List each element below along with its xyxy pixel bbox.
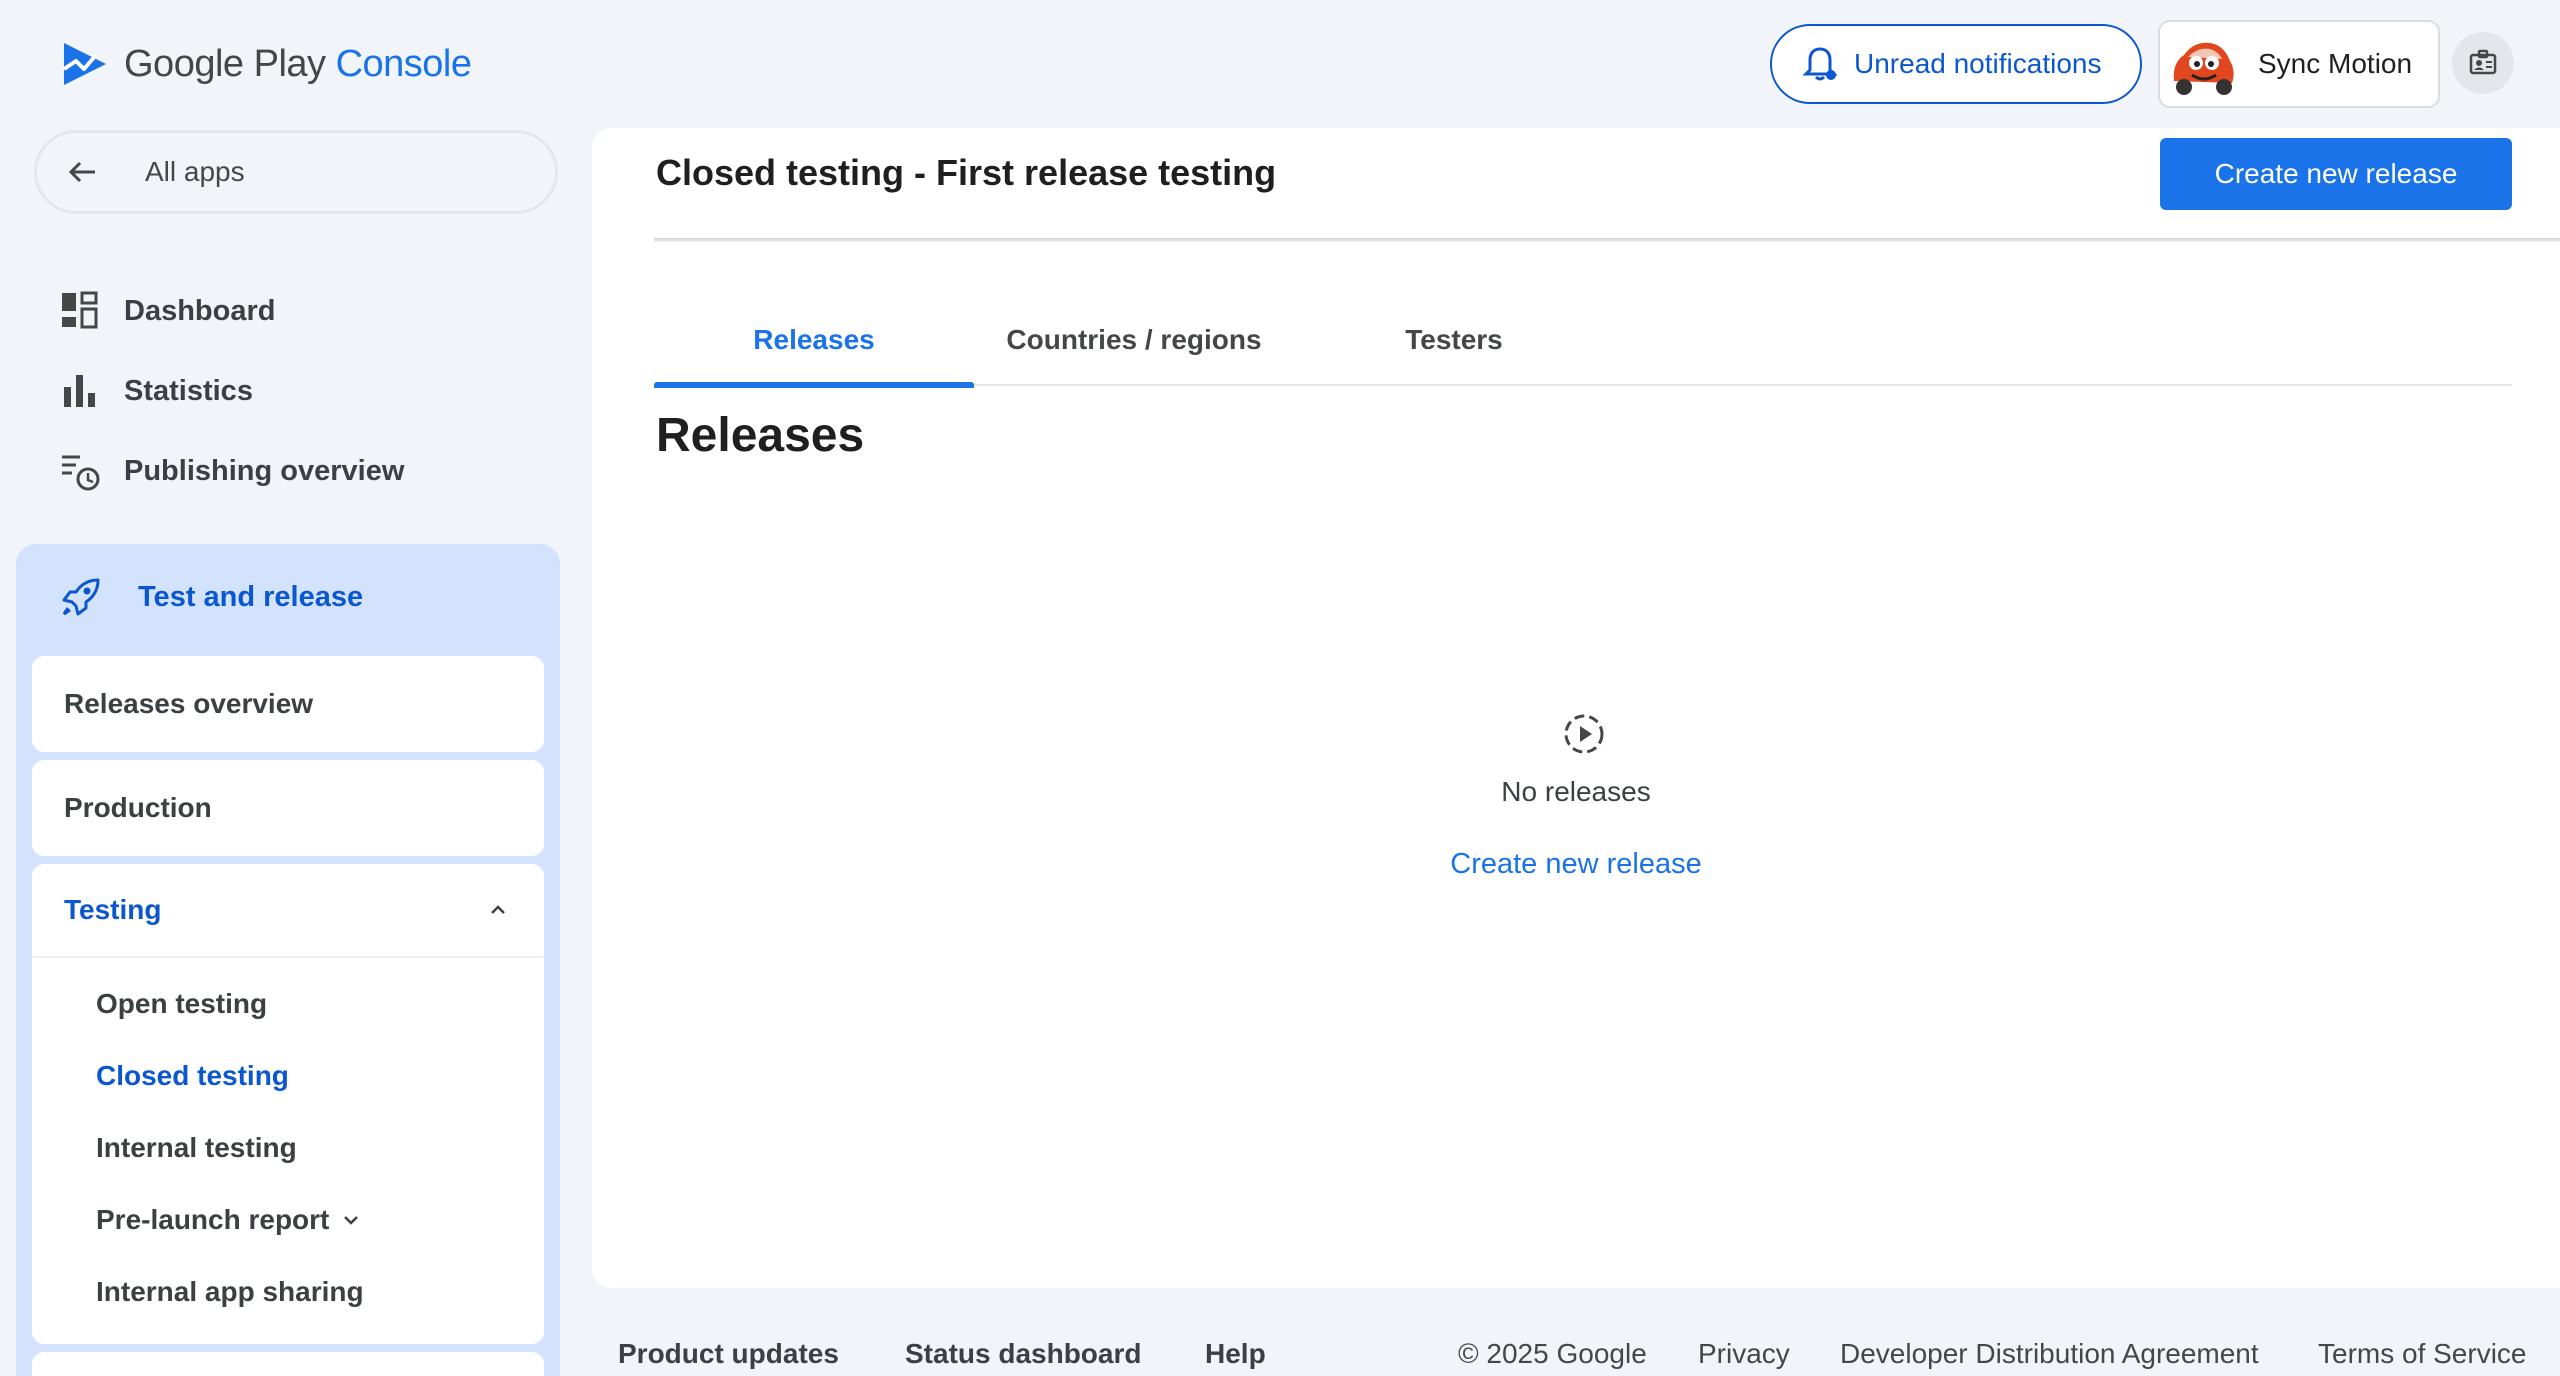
footer-privacy[interactable]: Privacy: [1698, 1338, 1790, 1370]
unread-notifications-label: Unread notifications: [1854, 48, 2102, 79]
title-divider: [654, 238, 2560, 242]
chevron-down-icon: [344, 1216, 359, 1225]
page-title: Closed testing - First release testing: [656, 152, 1277, 193]
sidebar-item-internal-app-sharing[interactable]: Internal app sharing: [96, 1276, 364, 1308]
sidebar-item-label: Statistics: [124, 374, 253, 407]
bell-icon: [1802, 47, 1838, 81]
sidebar-item-dashboard[interactable]: Dashboard: [58, 281, 275, 341]
testing-group: Testing Open testing Closed testing Inte…: [32, 864, 544, 1344]
unread-notifications-button[interactable]: Unread notifications: [1770, 24, 2142, 104]
footer-status-dashboard[interactable]: Status dashboard: [905, 1338, 1141, 1370]
car-avatar-icon: [2166, 27, 2240, 101]
create-new-release-button[interactable]: Create new release: [2160, 138, 2512, 210]
id-card-icon: [2469, 49, 2497, 75]
all-apps-label: All apps: [145, 156, 245, 187]
sidebar-next-card: [32, 1352, 544, 1376]
footer-developer-distribution-agreement[interactable]: Developer Distribution Agreement: [1840, 1338, 2259, 1370]
play-console-logo-icon: [62, 43, 106, 85]
arrow-back-icon: [68, 161, 95, 183]
sidebar-item-open-testing[interactable]: Open testing: [96, 988, 267, 1020]
footer-product-updates[interactable]: Product updates: [618, 1338, 839, 1370]
empty-state-text: No releases: [1501, 776, 1651, 807]
sidebar-item-pre-launch-report[interactable]: Pre-launch report: [96, 1204, 363, 1236]
sidebar-item-publishing-overview[interactable]: Publishing overview: [58, 441, 404, 501]
logo-console: Console: [335, 42, 472, 85]
sidebar-item-label: Dashboard: [124, 294, 276, 327]
chevron-up-icon: [491, 905, 505, 914]
test-and-release-section: Test and release Releases overview Produ…: [16, 544, 560, 1376]
publishing-history-icon: [62, 455, 100, 491]
sidebar-item-internal-testing[interactable]: Internal testing: [96, 1132, 297, 1164]
all-apps-button[interactable]: All apps: [34, 130, 558, 214]
sidebar-item-production[interactable]: Production: [32, 760, 544, 856]
play-console-logo[interactable]: Google Play Console: [60, 36, 472, 92]
tab-testers[interactable]: Testers: [1294, 294, 1614, 386]
sidebar-item-statistics[interactable]: Statistics: [58, 361, 253, 421]
bar-chart-icon: [64, 375, 95, 407]
tab-releases[interactable]: Releases: [654, 294, 974, 388]
sidebar-item-label: Publishing overview: [124, 454, 405, 487]
sidebar-item-label: Open testing: [96, 988, 268, 1019]
developer-account-button[interactable]: [2452, 32, 2514, 94]
account-name: Sync Motion: [2258, 48, 2413, 79]
create-new-release-link[interactable]: Create new release: [592, 848, 2560, 881]
sidebar-item-releases-overview[interactable]: Releases overview: [32, 656, 544, 752]
logo-text: Google Play Console: [124, 43, 472, 86]
sidebar-item-label: Production: [64, 792, 212, 823]
release-empty-icon: [1564, 714, 1604, 754]
logo-google-play: Google Play: [124, 42, 326, 85]
footer-help[interactable]: Help: [1205, 1338, 1266, 1370]
sidebar-item-label: Closed testing: [96, 1060, 289, 1091]
tab-countries-regions[interactable]: Countries / regions: [974, 294, 1294, 386]
main-content: Closed testing - First release testing C…: [592, 128, 2560, 1288]
tab-bar: Releases Countries / regions Testers: [654, 294, 2512, 388]
sidebar-item-label: Releases overview: [64, 688, 314, 719]
section-title: Releases: [656, 409, 865, 462]
dashboard-icon: [62, 291, 98, 329]
test-and-release-label: Test and release: [138, 580, 364, 613]
testing-group-header[interactable]: Testing: [32, 864, 544, 958]
test-and-release-header[interactable]: Test and release: [58, 574, 363, 620]
sidebar-item-label: Pre-launch report: [96, 1204, 330, 1235]
sidebar-item-closed-testing[interactable]: Closed testing: [96, 1060, 289, 1092]
avatar: [2166, 27, 2240, 101]
footer-terms-of-service[interactable]: Terms of Service: [2318, 1338, 2527, 1370]
rocket-icon: [62, 578, 100, 616]
footer-copyright: © 2025 Google: [1458, 1338, 1647, 1369]
testing-label: Testing: [64, 894, 162, 925]
sidebar-item-label: Internal testing: [96, 1132, 297, 1163]
sidebar-item-label: Internal app sharing: [96, 1276, 364, 1307]
account-switcher[interactable]: Sync Motion: [2158, 20, 2440, 108]
